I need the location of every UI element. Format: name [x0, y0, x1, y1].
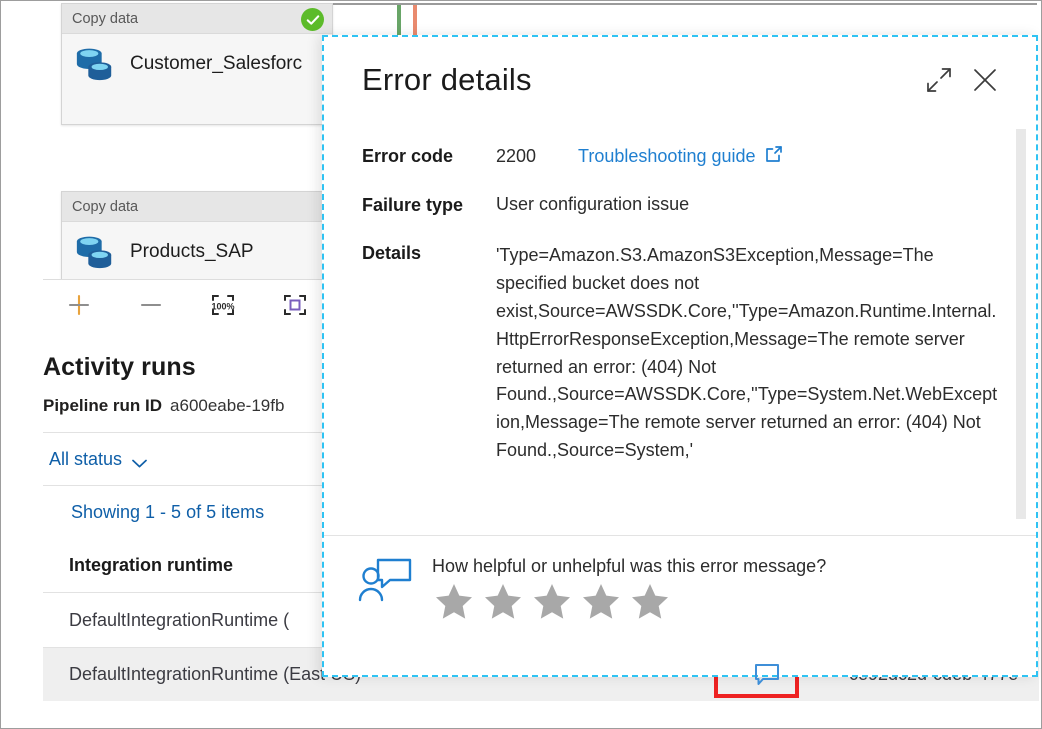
- details-label: Details: [362, 243, 422, 263]
- error-code-value-group: 2200 Troubleshooting guide: [496, 145, 783, 168]
- error-feedback-section: How helpful or unhelpful was this error …: [324, 535, 1036, 675]
- star-1-icon[interactable]: [434, 581, 474, 621]
- status-filter-dropdown[interactable]: All status: [43, 445, 153, 474]
- star-5-icon[interactable]: [630, 581, 670, 621]
- error-details-panel-inner: Error details Error code 2200 Troublesho…: [324, 37, 1036, 675]
- database-icon: [74, 44, 116, 84]
- close-icon[interactable]: [962, 57, 1008, 103]
- activity-type-label: Copy data: [72, 10, 139, 27]
- svg-text:100%: 100%: [211, 301, 234, 311]
- activity-name-2: Products_SAP: [130, 241, 254, 262]
- canvas-top-rule: [331, 3, 1037, 5]
- failure-type-value: User configuration issue: [496, 194, 690, 214]
- comment-icon[interactable]: [754, 663, 780, 687]
- failure-type-row: Failure type User configuration issue: [362, 194, 998, 216]
- details-row: Details 'Type=Amazon.S3.AmazonS3Exceptio…: [362, 242, 998, 465]
- rating-stars[interactable]: [434, 581, 826, 621]
- pipeline-run-id-label: Pipeline run ID: [43, 396, 163, 415]
- failure-type-label: Failure type: [362, 195, 464, 215]
- activity-name: Customer_Salesforc: [130, 53, 303, 74]
- canvas-zoom-toolbar: 100%: [43, 279, 333, 329]
- zoom-in-button[interactable]: [43, 280, 115, 330]
- star-3-icon[interactable]: [532, 581, 572, 621]
- activity-card-body: Customer_Salesforc: [62, 34, 332, 94]
- status-filter-label: All status: [49, 448, 123, 469]
- expand-icon[interactable]: [916, 57, 962, 103]
- success-check-icon: [301, 8, 324, 31]
- zoom-100-percent-button[interactable]: 100%: [187, 280, 259, 330]
- zoom-out-button[interactable]: [115, 280, 187, 330]
- activity-card-body-2: Products_SAP: [62, 222, 332, 282]
- error-code-row: Error code 2200 Troubleshooting guide: [362, 145, 998, 168]
- activity-card-header-2: Copy data: [62, 192, 332, 222]
- details-scrollbar[interactable]: [1016, 129, 1026, 519]
- chevron-down-icon: [132, 455, 147, 467]
- feedback-content: How helpful or unhelpful was this error …: [432, 556, 826, 675]
- star-2-icon[interactable]: [483, 581, 523, 621]
- pipeline-run-id-value: a600eabe-19fb: [170, 396, 285, 415]
- screen-root: Copy data Customer_Salesforc Copy data P…: [0, 0, 1042, 729]
- error-code-value: 2200: [496, 146, 537, 166]
- feedback-question: How helpful or unhelpful was this error …: [432, 556, 827, 576]
- error-details-panel: Error details Error code 2200 Troublesho…: [322, 35, 1038, 677]
- star-4-icon[interactable]: [581, 581, 621, 621]
- details-value: 'Type=Amazon.S3.AmazonS3Exception,Messag…: [496, 245, 998, 461]
- activity-type-label-2: Copy data: [72, 198, 139, 215]
- error-code-label: Error code: [362, 146, 454, 166]
- user-feedback-icon: [358, 556, 414, 608]
- error-details-title: Error details: [362, 62, 532, 97]
- troubleshooting-guide-link[interactable]: Troubleshooting guide: [578, 145, 782, 168]
- fit-to-screen-button[interactable]: [259, 280, 331, 330]
- activity-card-customer-salesforce[interactable]: Copy data Customer_Salesforc: [61, 3, 333, 125]
- error-details-body: Error code 2200 Troubleshooting guide Fa…: [324, 123, 1036, 535]
- external-link-icon: [765, 145, 783, 168]
- activity-card-header: Copy data: [62, 4, 332, 34]
- troubleshooting-guide-label: Troubleshooting guide: [578, 146, 756, 166]
- database-icon-2: [74, 232, 116, 272]
- error-details-header: Error details: [324, 37, 1036, 123]
